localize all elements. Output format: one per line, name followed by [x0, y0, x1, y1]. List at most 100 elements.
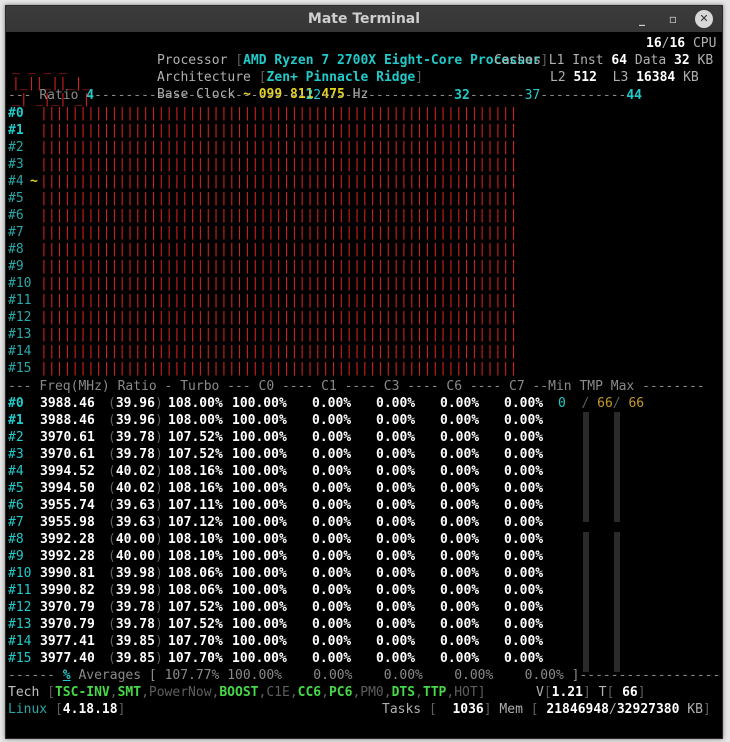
- core-label: #10: [8, 276, 32, 291]
- c3-cell: 0.00%: [376, 413, 416, 428]
- minimize-button[interactable]: _: [633, 10, 651, 28]
- ratio-cell: 39.78: [115, 447, 155, 462]
- c7-cell: 0.00%: [504, 549, 544, 564]
- freq-cell: 3988.46: [40, 413, 95, 428]
- c0-cell: 100.00%: [232, 651, 287, 666]
- caches-l2-l3: L2 512 L3 16384 KB: [550, 70, 699, 85]
- table-row: #4 3994.52 (40.02) 108.16% 100.00% 0.00% 0.00%…: [8, 464, 544, 479]
- c3-cell: 0.00%: [376, 498, 416, 513]
- c0-cell: 100.00%: [232, 413, 287, 428]
- c6-cell: 0.00%: [440, 634, 480, 649]
- tech-flag: SMT: [117, 685, 142, 700]
- c7-cell: 0.00%: [504, 566, 544, 581]
- c3-cell: 0.00%: [376, 566, 416, 581]
- temperature-column: [614, 412, 620, 522]
- c1-cell: 0.00%: [312, 498, 352, 513]
- c6-cell: 0.00%: [440, 532, 480, 547]
- maximize-button[interactable]: ▫: [664, 10, 682, 28]
- base-clock-line: Base Clock ~ 099 811 475 Hz: [156, 87, 369, 102]
- temperature-column: [583, 412, 589, 522]
- core-id: #0: [8, 396, 24, 411]
- table-row: #13 3970.79 (39.78) 107.52% 100.00% 0.00% 0.00…: [8, 617, 544, 632]
- c3-cell: 0.00%: [376, 447, 416, 462]
- table-row: #2 3970.61 (39.78) 107.52% 100.00% 0.00% 0.00%…: [8, 430, 544, 445]
- title-bar[interactable]: Mate Terminal _ ▫ ✕: [6, 6, 722, 32]
- c1-cell: 0.00%: [312, 396, 352, 411]
- ratio-cell: 39.63: [115, 498, 155, 513]
- core-label: #7: [8, 225, 24, 240]
- core-label: #2: [8, 140, 24, 155]
- core-id: #3: [8, 447, 24, 462]
- freq-cell: 3990.81: [40, 566, 95, 581]
- table-row: #8 3992.28 (40.00) 108.10% 100.00% 0.00% 0.00%…: [8, 532, 544, 547]
- turbo-cell: 107.52%: [168, 600, 223, 615]
- core-label: #4: [8, 174, 24, 189]
- c7-cell: 0.00%: [504, 430, 544, 445]
- turbo-cell: 108.16%: [168, 464, 223, 479]
- c1-cell: 0.00%: [312, 447, 352, 462]
- ratio-cell: 40.00: [115, 532, 155, 547]
- current-core-marker: ~: [30, 174, 38, 189]
- ratio-cell: 39.96: [115, 413, 155, 428]
- c7-cell: 0.00%: [504, 634, 544, 649]
- cpu-count: 16/16 CPU: [646, 36, 717, 51]
- core-id: #15: [8, 651, 32, 666]
- ratio-bar: ||||||||||||||||||||||||||||||||||||||||…: [40, 140, 518, 155]
- c3-cell: 0.00%: [376, 634, 416, 649]
- core-id: #10: [8, 566, 32, 581]
- c6-cell: 0.00%: [440, 651, 480, 666]
- table-row: #12 3970.79 (39.78) 107.52% 100.00% 0.00% 0.00…: [8, 600, 544, 615]
- c6-cell: 0.00%: [440, 600, 480, 615]
- freq-cell: 3990.82: [40, 583, 95, 598]
- c3-cell: 0.00%: [376, 430, 416, 445]
- close-button[interactable]: ✕: [695, 10, 713, 28]
- table-row: #1 3988.46 (39.96) 108.00% 100.00% 0.00% 0.00%…: [8, 413, 544, 428]
- c7-cell: 0.00%: [504, 515, 544, 530]
- flag-separator: ,: [289, 685, 298, 700]
- turbo-cell: 107.12%: [168, 515, 223, 530]
- c1-cell: 0.00%: [312, 464, 352, 479]
- freq-cell: 3977.41: [40, 634, 95, 649]
- ratio-bar: ||||||||||||||||||||||||||||||||||||||||…: [40, 276, 518, 291]
- temperature-readout: 0 / 66/ 66: [558, 396, 645, 411]
- c3-cell: 0.00%: [376, 532, 416, 547]
- terminal-screen[interactable]: _ _ _ _ |_||_||_|_ _| _|_| _| Processor …: [6, 32, 722, 738]
- ratio-bar: ||||||||||||||||||||||||||||||||||||||||…: [40, 191, 518, 206]
- c3-cell: 0.00%: [376, 515, 416, 530]
- c0-cell: 100.00%: [232, 515, 287, 530]
- table-row: #15 3977.40 (39.85) 107.70% 100.00% 0.00% 0.00…: [8, 651, 544, 666]
- turbo-cell: 107.11%: [168, 498, 223, 513]
- ratio-scale: --- Ratio 4---------------------------22…: [8, 88, 643, 103]
- turbo-cell: 107.70%: [168, 651, 223, 666]
- table-row: #3 3970.61 (39.78) 107.52% 100.00% 0.00% 0.00%…: [8, 447, 544, 462]
- ratio-bar: ||||||||||||||||||||||||||||||||||||||||…: [40, 293, 518, 308]
- freq-cell: 3955.74: [40, 498, 95, 513]
- core-id: #1: [8, 413, 24, 428]
- table-header: --- Freq(MHz) Ratio - Turbo --- C0 ---- …: [8, 379, 705, 394]
- c6-cell: 0.00%: [440, 447, 480, 462]
- core-id: #2: [8, 430, 24, 445]
- c1-cell: 0.00%: [312, 634, 352, 649]
- c1-cell: 0.00%: [312, 532, 352, 547]
- turbo-cell: 107.52%: [168, 430, 223, 445]
- core-label: #12: [8, 310, 32, 325]
- c0-cell: 100.00%: [232, 566, 287, 581]
- turbo-cell: 108.06%: [168, 566, 223, 581]
- c0-cell: 100.00%: [232, 600, 287, 615]
- c7-cell: 0.00%: [504, 532, 544, 547]
- c6-cell: 0.00%: [440, 515, 480, 530]
- table-row: #11 3990.82 (39.98) 108.06% 100.00% 0.00% 0.00…: [8, 583, 544, 598]
- ratio-cell: 40.02: [115, 464, 155, 479]
- ratio-bar: ||||||||||||||||||||||||||||||||||||||||…: [40, 361, 518, 376]
- tech-flag: BOOST: [219, 685, 259, 700]
- core-label: #9: [8, 259, 24, 274]
- c1-cell: 0.00%: [312, 566, 352, 581]
- tech-flag: PC6: [328, 685, 353, 700]
- tech-flag: C1E: [266, 685, 290, 700]
- ratio-bar: ||||||||||||||||||||||||||||||||||||||||…: [40, 225, 518, 240]
- turbo-cell: 108.10%: [168, 549, 223, 564]
- turbo-cell: 107.52%: [168, 617, 223, 632]
- c3-cell: 0.00%: [376, 464, 416, 479]
- c0-cell: 100.00%: [232, 498, 287, 513]
- c3-cell: 0.00%: [376, 481, 416, 496]
